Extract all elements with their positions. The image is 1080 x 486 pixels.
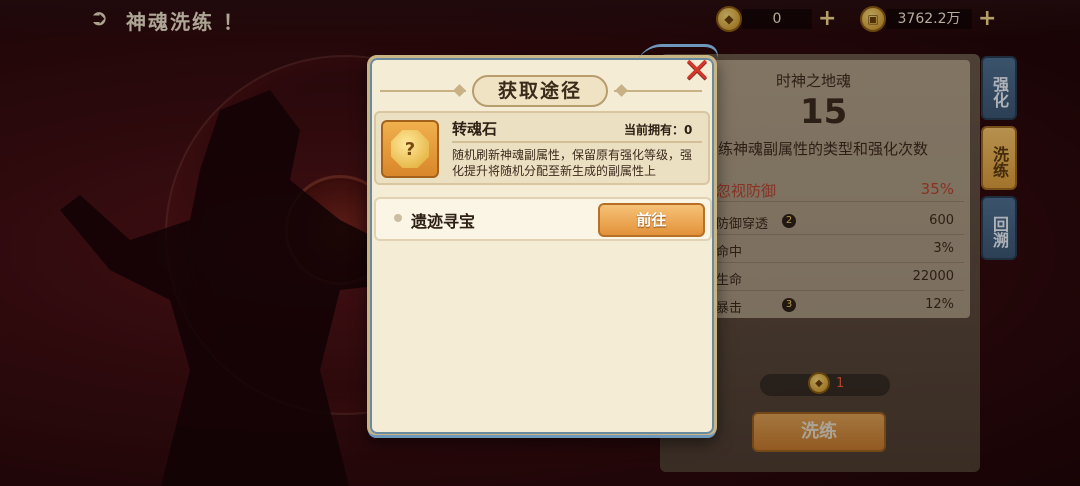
source-name: 遗迹寻宝 — [411, 212, 476, 231]
owned-count: 当前拥有：0 — [624, 123, 693, 137]
modal-title: 获取途径 — [472, 75, 608, 107]
go-button[interactable]: 前往 — [598, 203, 705, 237]
soul-stone-icon: ? — [381, 120, 439, 178]
modal-bottom-decoration — [368, 430, 716, 438]
close-x-icon[interactable]: ✕ — [682, 54, 712, 88]
gem-icon: ? — [391, 130, 429, 168]
bullet-icon — [394, 214, 402, 222]
item-name: 转魂石 — [452, 120, 498, 138]
item-divider — [452, 141, 702, 143]
item-description: 随机刷新神魂副属性，保留原有强化等级，强化提升将随机分配至新生成的副属性上 — [452, 148, 693, 178]
